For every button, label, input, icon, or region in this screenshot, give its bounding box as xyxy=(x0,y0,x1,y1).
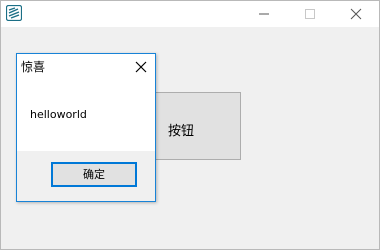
minimize-button[interactable] xyxy=(241,1,287,27)
dialog-close-button[interactable] xyxy=(134,59,148,73)
app-icon xyxy=(5,4,23,22)
ok-button[interactable]: 确定 xyxy=(51,162,137,187)
main-window: 按钮 惊喜 helloworld 确定 xyxy=(0,0,380,250)
close-icon xyxy=(135,61,147,73)
message-dialog: 惊喜 helloworld 确定 xyxy=(16,53,156,202)
dialog-title: 惊喜 xyxy=(21,60,46,74)
minimize-icon xyxy=(259,13,269,15)
dialog-footer: 确定 xyxy=(17,151,155,201)
maximize-icon xyxy=(305,9,315,19)
dialog-message: helloworld xyxy=(30,108,87,121)
window-titlebar[interactable] xyxy=(1,1,379,27)
main-button-label: 按钮 xyxy=(168,124,195,139)
close-icon xyxy=(350,8,362,20)
maximize-button[interactable] xyxy=(287,1,333,27)
close-button[interactable] xyxy=(333,1,379,27)
